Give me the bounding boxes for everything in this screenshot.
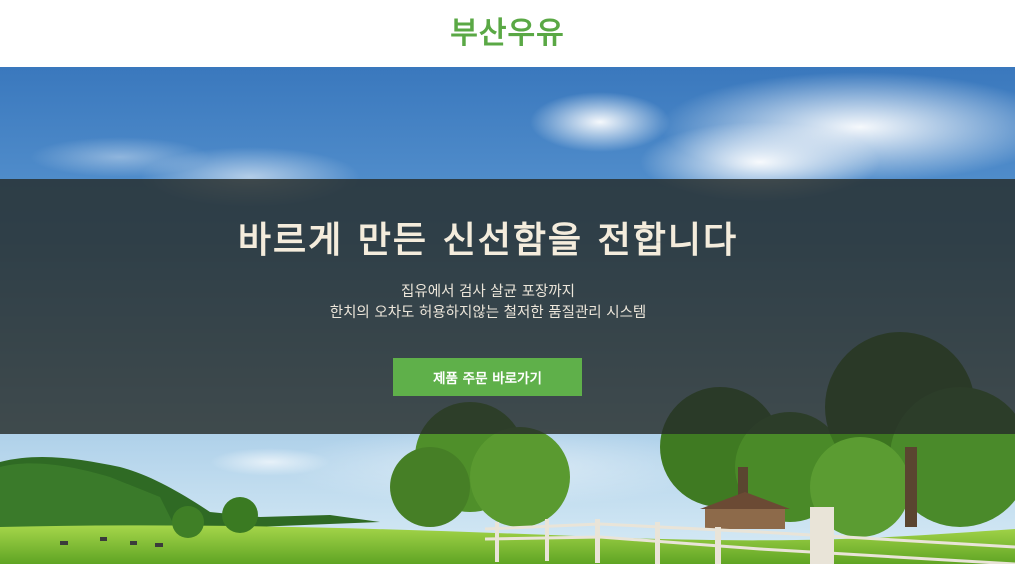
hero-section: 바르게 만든 신선함을 전합니다 집유에서 검사 살균 포장까지 한치의 오차도… bbox=[0, 67, 1015, 564]
order-products-button[interactable]: 제품 주문 바로가기 bbox=[393, 358, 582, 396]
site-header: 부산우유 bbox=[0, 0, 1015, 67]
hero-subtitle-line2: 한치의 오차도 허용하지않는 철저한 품질관리 시스템 bbox=[329, 305, 647, 321]
hero-text-overlay: 바르게 만든 신선함을 전합니다 집유에서 검사 살균 포장까지 한치의 오차도… bbox=[0, 179, 1015, 434]
hero-subtitle-line1: 집유에서 검사 살균 포장까지 bbox=[401, 284, 575, 300]
brand-logo[interactable]: 부산우유 bbox=[450, 18, 564, 49]
hero-headline: 바르게 만든 신선함을 전합니다 bbox=[237, 219, 739, 261]
